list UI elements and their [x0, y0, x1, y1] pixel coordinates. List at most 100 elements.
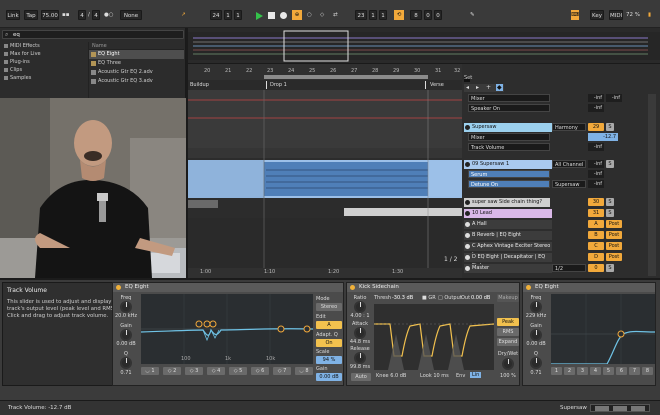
- band-2-filter[interactable]: ◇ 2: [163, 367, 181, 375]
- adapt-q-button[interactable]: On: [316, 339, 342, 347]
- band-1-filter[interactable]: ◡ 1: [141, 367, 159, 375]
- out-value[interactable]: 0.00 dB: [471, 295, 490, 301]
- master-value[interactable]: 0: [588, 264, 604, 272]
- peak-value[interactable]: -inf: [588, 160, 604, 168]
- loop-icon[interactable]: ⇄: [333, 10, 338, 20]
- return-track-c[interactable]: C Aphex Vintage Exciter Stereo |: [464, 242, 552, 258]
- automation-arm-icon[interactable]: ○: [307, 10, 312, 20]
- band-7-filter[interactable]: 7: [629, 367, 640, 375]
- expand-button[interactable]: Expand: [497, 338, 519, 346]
- thresh-value[interactable]: -30.3 dB: [392, 295, 413, 301]
- freq-knob[interactable]: [120, 301, 132, 313]
- post-button[interactable]: Post: [606, 242, 622, 250]
- mixer-scrollbar[interactable]: [648, 94, 656, 276]
- q-knob[interactable]: [530, 357, 542, 369]
- return-track-b[interactable]: B Reverb | EQ Eight: [464, 231, 552, 240]
- locator-drop-1[interactable]: Drop 1: [270, 81, 287, 89]
- solo-button[interactable]: S: [606, 160, 614, 168]
- eq-display[interactable]: 100 1k 10k: [141, 294, 313, 364]
- band-6-filter[interactable]: 6: [616, 367, 627, 375]
- band-5-filter[interactable]: 5: [603, 367, 614, 375]
- tap-button[interactable]: Tap: [24, 10, 38, 20]
- locator-icon[interactable]: ◆: [496, 84, 503, 91]
- band-8-filter[interactable]: 8: [642, 367, 653, 375]
- env-value[interactable]: Lin: [470, 372, 482, 378]
- arrangement-overview[interactable]: [188, 28, 660, 64]
- q-value[interactable]: 0.71: [523, 370, 549, 376]
- gain-knob[interactable]: [120, 329, 132, 341]
- track-super-saw-sidechain[interactable]: super saw Side chain thing?: [464, 198, 550, 207]
- envelope-control[interactable]: Env: [456, 373, 465, 379]
- fold-icon[interactable]: [465, 266, 470, 271]
- arrow-left-icon[interactable]: ◂: [466, 84, 469, 91]
- fold-icon[interactable]: [465, 244, 470, 249]
- auto-release-button[interactable]: Auto: [351, 373, 371, 381]
- post-button[interactable]: Post: [606, 253, 622, 261]
- return-activator[interactable]: D: [588, 253, 604, 261]
- browser-category-clips[interactable]: Clips: [2, 66, 86, 74]
- post-button[interactable]: Post: [606, 220, 622, 228]
- track-volume[interactable]: -12.7: [588, 133, 618, 141]
- release-value[interactable]: 99.8 ms: [347, 364, 373, 370]
- band-4-filter[interactable]: 4: [590, 367, 601, 375]
- gain-value[interactable]: 0.00 dB: [523, 341, 549, 347]
- peak-value[interactable]: -inf: [588, 104, 604, 112]
- freq-value[interactable]: 20.0 kHz: [113, 313, 139, 319]
- follow-icon[interactable]: ↗: [181, 10, 186, 20]
- gr-toggle[interactable]: ■ GR: [422, 295, 436, 301]
- time-ruler-bottom[interactable]: 1:00 1:10 1:20 1:30: [188, 268, 468, 278]
- device-power-icon[interactable]: [116, 285, 121, 290]
- routing-select[interactable]: Track Volume: [468, 143, 550, 151]
- peak-value[interactable]: -inf: [588, 180, 604, 188]
- device-title-bar[interactable]: Kick Sidechain: [347, 283, 519, 292]
- computer-keyboard-icon[interactable]: ⌨: [571, 10, 579, 20]
- browser-item[interactable]: Acoustic Gtr EQ 2.adv: [89, 68, 184, 77]
- track-number[interactable]: 29: [588, 123, 604, 131]
- makeup-button[interactable]: Makeup: [497, 294, 519, 302]
- freq-value[interactable]: 229 kHz: [523, 313, 549, 319]
- track-09-supersaw-1[interactable]: 09 Supersaw 1: [464, 160, 552, 169]
- band-1-filter[interactable]: 1: [551, 367, 562, 375]
- solo-button[interactable]: S: [606, 123, 614, 131]
- midi-map-button[interactable]: MIDI: [609, 10, 623, 20]
- browser-category-max-for-live[interactable]: Max for Live: [2, 50, 86, 58]
- name-column-header[interactable]: Name: [89, 42, 184, 50]
- band-7-filter[interactable]: ◇ 7: [273, 367, 291, 375]
- ratio-knob[interactable]: [354, 301, 366, 313]
- device-power-icon[interactable]: [526, 285, 531, 290]
- return-activator[interactable]: C: [588, 242, 604, 250]
- track-number[interactable]: 30: [588, 198, 604, 206]
- quantization-select[interactable]: None: [120, 10, 142, 20]
- loop-start-sixteenth[interactable]: 1: [379, 10, 387, 20]
- post-button[interactable]: Post: [606, 231, 622, 239]
- fold-icon[interactable]: [465, 162, 470, 167]
- add-locator-icon[interactable]: +: [486, 84, 491, 91]
- peak-value[interactable]: -inf: [588, 170, 604, 178]
- output-gain-value[interactable]: 0.00 dB: [316, 373, 342, 381]
- dry-wet-value[interactable]: 100 %: [495, 373, 521, 379]
- return-track-a[interactable]: A Hall: [464, 220, 552, 229]
- gain-knob[interactable]: [530, 329, 542, 341]
- fold-icon[interactable]: [465, 222, 470, 227]
- scale-value[interactable]: 94 %: [316, 356, 342, 364]
- attack-value[interactable]: 44.8 ms: [347, 339, 373, 345]
- peak-value[interactable]: -inf: [588, 143, 604, 151]
- input-select[interactable]: All Channel: [552, 160, 586, 168]
- attack-knob[interactable]: [354, 327, 366, 339]
- locator-verse[interactable]: Verse: [430, 81, 444, 89]
- fold-icon[interactable]: [465, 125, 470, 130]
- edit-a-button[interactable]: A: [316, 321, 342, 329]
- loop-length-beat[interactable]: 0: [424, 10, 432, 20]
- band-2-filter[interactable]: 2: [564, 367, 575, 375]
- link-button[interactable]: Link: [6, 10, 20, 20]
- track-10-lead[interactable]: 10 Lead: [464, 209, 552, 218]
- loop-start-beat[interactable]: 1: [369, 10, 377, 20]
- stop-icon[interactable]: [268, 12, 275, 19]
- master-output-select[interactable]: 1/2: [552, 264, 586, 272]
- record-icon[interactable]: [280, 12, 287, 19]
- loop-brace[interactable]: [264, 75, 428, 79]
- freq-knob[interactable]: [530, 301, 542, 313]
- browser-search-input[interactable]: ⌕ eq: [2, 30, 184, 39]
- position-bar[interactable]: 24: [210, 10, 222, 20]
- play-icon[interactable]: [256, 12, 263, 20]
